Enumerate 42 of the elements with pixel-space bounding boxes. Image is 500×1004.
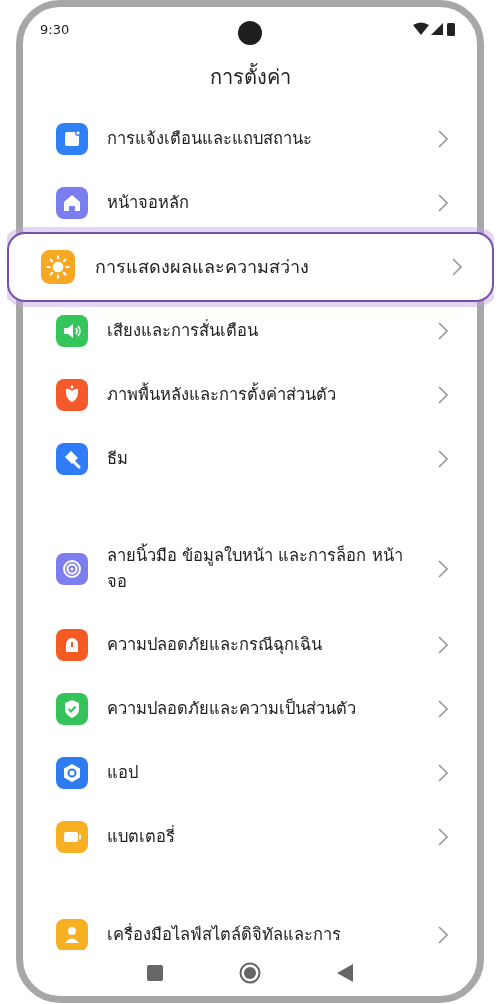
settings-item[interactable]: เสียงและการสั่นเตือน	[7, 299, 494, 363]
chevron-right-icon	[438, 130, 448, 148]
settings-icon	[56, 757, 88, 789]
settings-item[interactable]: ความปลอดภัยและกรณีฉุกเฉิน	[7, 613, 494, 677]
settings-item[interactable]: การแสดงผลและความสว่าง	[7, 232, 494, 302]
settings-item[interactable]: เครื่องมือไลฟ์สไตล์ดิจิทัลและการ	[7, 903, 494, 950]
settings-icon	[56, 553, 88, 585]
settings-icon	[56, 379, 88, 411]
settings-item[interactable]: ลายนิ้วมือ ข้อมูลใบหน้า และการล็อก หน้าจอ	[7, 525, 494, 613]
chevron-right-icon	[438, 764, 448, 782]
back-button[interactable]	[337, 964, 353, 982]
settings-icon	[56, 443, 88, 475]
settings-icon	[56, 629, 88, 661]
settings-item[interactable]: แอป	[7, 741, 494, 805]
settings-item[interactable]: แบตเตอรี่	[7, 805, 494, 869]
settings-icon	[56, 315, 88, 347]
settings-icon	[56, 919, 88, 950]
home-button[interactable]	[239, 962, 261, 984]
settings-icon	[56, 693, 88, 725]
chevron-right-icon	[438, 386, 448, 404]
chevron-right-icon	[438, 700, 448, 718]
chevron-right-icon	[452, 258, 462, 276]
settings-item[interactable]: ภาพพื้นหลังและการตั้งค่าส่วนตัว	[7, 363, 494, 427]
settings-icon	[56, 123, 88, 155]
chevron-right-icon	[438, 636, 448, 654]
camera-cutout	[238, 21, 262, 45]
status-time: 9:30	[40, 21, 70, 37]
status-icons	[413, 22, 457, 36]
chevron-right-icon	[438, 194, 448, 212]
page-title: การตั้งค่า	[208, 62, 292, 91]
settings-icon	[56, 187, 88, 219]
settings-item[interactable]: ความปลอดภัยและความเป็นส่วนตัว	[7, 677, 494, 741]
chevron-right-icon	[438, 828, 448, 846]
settings-icon	[56, 821, 88, 853]
settings-icon	[41, 250, 75, 284]
settings-item[interactable]: การแจ้งเตือนและแถบสถานะ	[7, 107, 494, 171]
chevron-right-icon	[438, 560, 448, 578]
settings-item[interactable]: หน้าจอหลัก	[7, 171, 494, 235]
chevron-right-icon	[438, 322, 448, 340]
chevron-right-icon	[438, 450, 448, 468]
settings-item[interactable]: ธีม	[7, 427, 494, 491]
chevron-right-icon	[438, 926, 448, 944]
